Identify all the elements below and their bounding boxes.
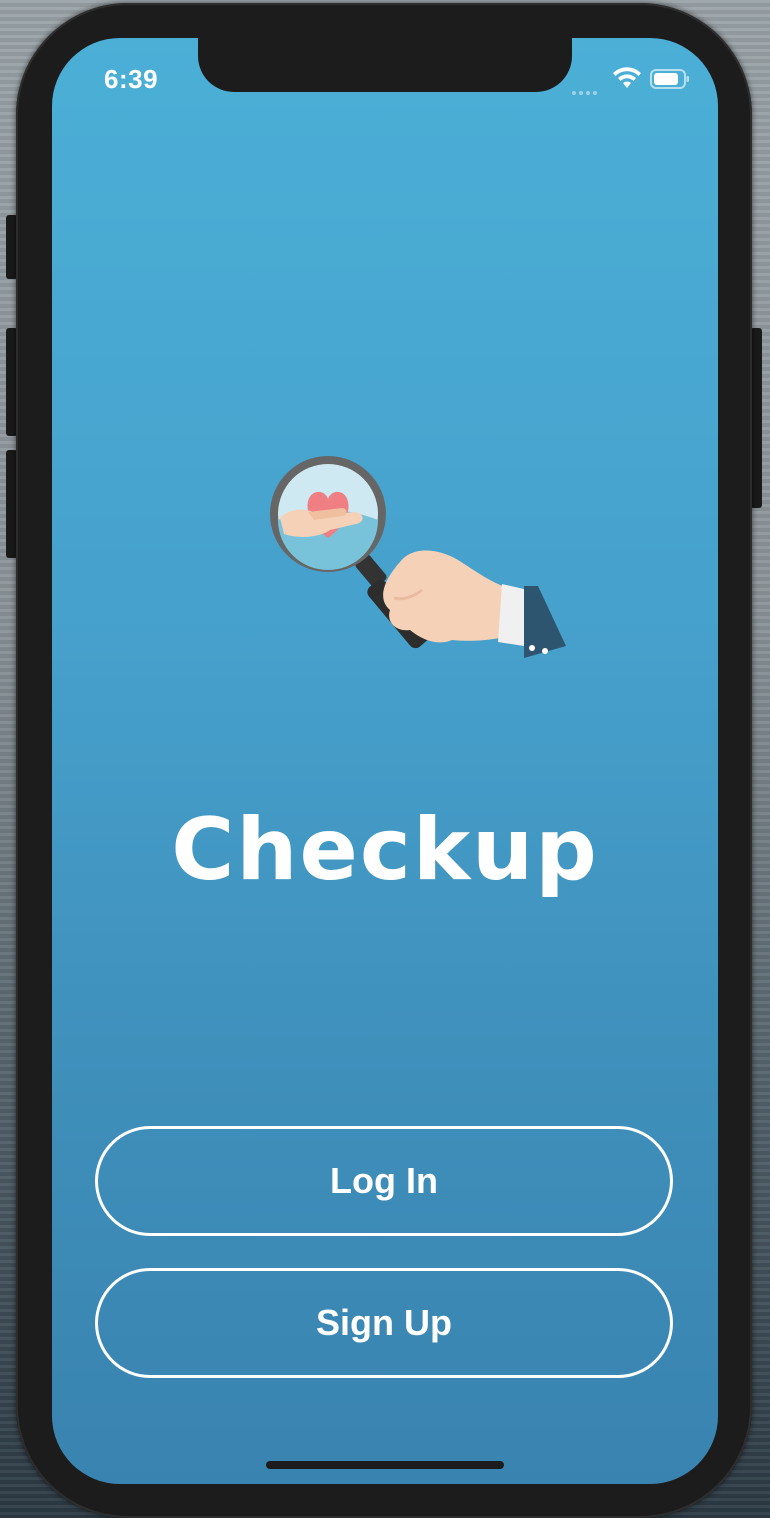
cellular-signal-icon [572, 82, 606, 95]
home-indicator[interactable] [266, 1461, 504, 1469]
app-title: Checkup [171, 800, 599, 900]
wifi-icon [613, 67, 641, 88]
status-time: 6:39 [104, 64, 159, 94]
battery-icon [650, 69, 689, 89]
login-button[interactable]: Log In [95, 1126, 673, 1236]
magnifier-hand-heart-icon [270, 456, 566, 658]
signup-button[interactable]: Sign Up [95, 1268, 673, 1378]
notch [198, 38, 572, 92]
